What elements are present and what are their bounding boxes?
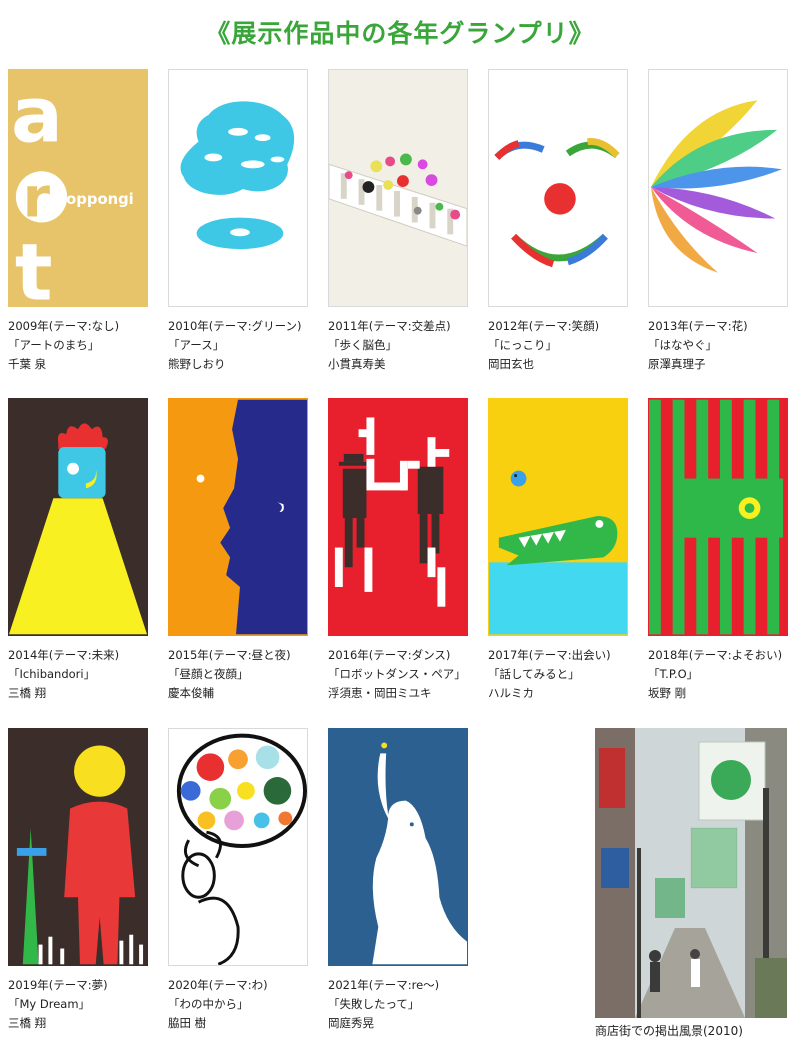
artist-name: 小貫真寿美 xyxy=(328,357,386,371)
poster-2012-artwork xyxy=(489,70,627,306)
year-theme: 2011年(テーマ:交差点) xyxy=(328,319,451,333)
poster-2011-artwork xyxy=(329,70,467,306)
street-photo-2010[interactable] xyxy=(595,728,787,1018)
caption-2016: 2016年(テーマ:ダンス) 「ロボットダンス・ペア」 浮須恵・岡田ミユキ xyxy=(328,646,488,703)
year-theme: 2018年(テーマ:よそおい) xyxy=(648,648,783,662)
svg-text:t: t xyxy=(15,226,53,306)
poster-2013-artwork xyxy=(649,70,787,306)
artist-name: 浮須恵・岡田ミユキ xyxy=(328,686,432,700)
poster-2015-day-night[interactable] xyxy=(168,398,308,636)
svg-text:a: a xyxy=(11,72,63,161)
caption-2012: 2012年(テーマ:笑顔) 「にっこり」 岡田玄也 xyxy=(488,317,648,374)
poster-2017-artwork xyxy=(489,399,627,635)
work-title: 「My Dream」 xyxy=(8,997,91,1011)
poster-2014-artwork xyxy=(9,399,147,635)
poster-2009-roppongi-text: oppongi xyxy=(66,191,134,208)
work-title: 「失敗したって」 xyxy=(328,997,420,1011)
poster-2019-artwork xyxy=(9,729,147,965)
artist-name: 脇田 樹 xyxy=(168,1016,207,1030)
poster-2020-wa[interactable] xyxy=(168,728,308,966)
caption-2014: 2014年(テーマ:未来) 「Ichibandori」 三橋 翔 xyxy=(8,646,168,703)
work-title: 「ロボットダンス・ペア」 xyxy=(328,667,466,681)
poster-2020-artwork xyxy=(169,729,307,965)
poster-2018-tpo[interactable] xyxy=(648,398,788,636)
poster-2021-artwork xyxy=(329,729,467,965)
year-theme: 2021年(テーマ:re〜) xyxy=(328,978,440,992)
street-photo-illustration xyxy=(595,728,787,1018)
caption-2010: 2010年(テーマ:グリーン) 「アース」 熊野しおり xyxy=(168,317,328,374)
caption-2021: 2021年(テーマ:re〜) 「失敗したって」 岡庭秀晃 xyxy=(328,976,488,1033)
poster-2009-art[interactable]: a r oppongi t xyxy=(8,69,148,307)
year-theme: 2015年(テーマ:昼と夜) xyxy=(168,648,291,662)
work-title: 「昼顔と夜顔」 xyxy=(168,667,249,681)
artist-name: 熊野しおり xyxy=(168,357,226,371)
artist-name: 千葉 泉 xyxy=(8,357,47,371)
work-title: 「話してみると」 xyxy=(488,667,580,681)
work-title: 「アース」 xyxy=(168,338,225,352)
work-title: 「にっこり」 xyxy=(488,338,557,352)
poster-2012-smile[interactable] xyxy=(488,69,628,307)
poster-2016-robot-dance[interactable] xyxy=(328,398,468,636)
work-title: 「わの中から」 xyxy=(168,997,249,1011)
artist-name: 坂野 剛 xyxy=(648,686,687,700)
year-theme: 2009年(テーマ:なし) xyxy=(8,319,120,333)
poster-2011-walking[interactable] xyxy=(328,69,468,307)
artist-name: 原澤真理子 xyxy=(648,357,706,371)
poster-2014-ichibandori[interactable] xyxy=(8,398,148,636)
caption-2019: 2019年(テーマ:夢) 「My Dream」 三橋 翔 xyxy=(8,976,168,1033)
poster-2019-my-dream[interactable] xyxy=(8,728,148,966)
work-title: 「Ichibandori」 xyxy=(8,667,96,681)
year-theme: 2013年(テーマ:花) xyxy=(648,319,748,333)
poster-2018-artwork xyxy=(649,399,787,635)
photo-caption: 商店街での掲出風景(2010) xyxy=(595,1024,743,1038)
poster-2013-flower[interactable] xyxy=(648,69,788,307)
year-theme: 2010年(テーマ:グリーン) xyxy=(168,319,302,333)
caption-2020: 2020年(テーマ:わ) 「わの中から」 脇田 樹 xyxy=(168,976,328,1033)
work-title: 「アートのまち」 xyxy=(8,338,100,352)
work-title: 「T.P.O」 xyxy=(648,667,699,681)
poster-2009-artwork: a r oppongi t xyxy=(9,70,147,306)
poster-2016-artwork xyxy=(329,399,467,635)
caption-2015: 2015年(テーマ:昼と夜) 「昼顔と夜顔」 慶本俊輔 xyxy=(168,646,328,703)
poster-2010-artwork xyxy=(169,70,307,306)
artist-name: 三橋 翔 xyxy=(8,686,47,700)
work-title: 「歩く脳色」 xyxy=(328,338,397,352)
year-theme: 2019年(テーマ:夢) xyxy=(8,978,108,992)
caption-2009: 2009年(テーマ:なし) 「アートのまち」 千葉 泉 xyxy=(8,317,168,374)
year-theme: 2014年(テーマ:未来) xyxy=(8,648,120,662)
poster-2010-earth[interactable] xyxy=(168,69,308,307)
page-title: 《展示作品中の各年グランプリ》 xyxy=(205,19,595,48)
poster-2021-failure[interactable] xyxy=(328,728,468,966)
year-theme: 2016年(テーマ:ダンス) xyxy=(328,648,451,662)
artist-name: 岡田玄也 xyxy=(488,357,534,371)
poster-2017-crocodile[interactable] xyxy=(488,398,628,636)
svg-text:r: r xyxy=(23,167,51,231)
artist-name: 岡庭秀晃 xyxy=(328,1016,374,1030)
caption-2013: 2013年(テーマ:花) 「はなやぐ」 原澤真理子 xyxy=(648,317,800,374)
artist-name: 三橋 翔 xyxy=(8,1016,47,1030)
artist-name: ハルミカ xyxy=(488,686,534,700)
caption-2018: 2018年(テーマ:よそおい) 「T.P.O」 坂野 剛 xyxy=(648,646,800,703)
poster-2015-artwork xyxy=(169,399,307,635)
artist-name: 慶本俊輔 xyxy=(168,686,214,700)
work-title: 「はなやぐ」 xyxy=(648,338,717,352)
year-theme: 2020年(テーマ:わ) xyxy=(168,978,268,992)
caption-2011: 2011年(テーマ:交差点) 「歩く脳色」 小貫真寿美 xyxy=(328,317,488,374)
year-theme: 2012年(テーマ:笑顔) xyxy=(488,319,600,333)
caption-2017: 2017年(テーマ:出会い) 「話してみると」 ハルミカ xyxy=(488,646,648,703)
year-theme: 2017年(テーマ:出会い) xyxy=(488,648,611,662)
